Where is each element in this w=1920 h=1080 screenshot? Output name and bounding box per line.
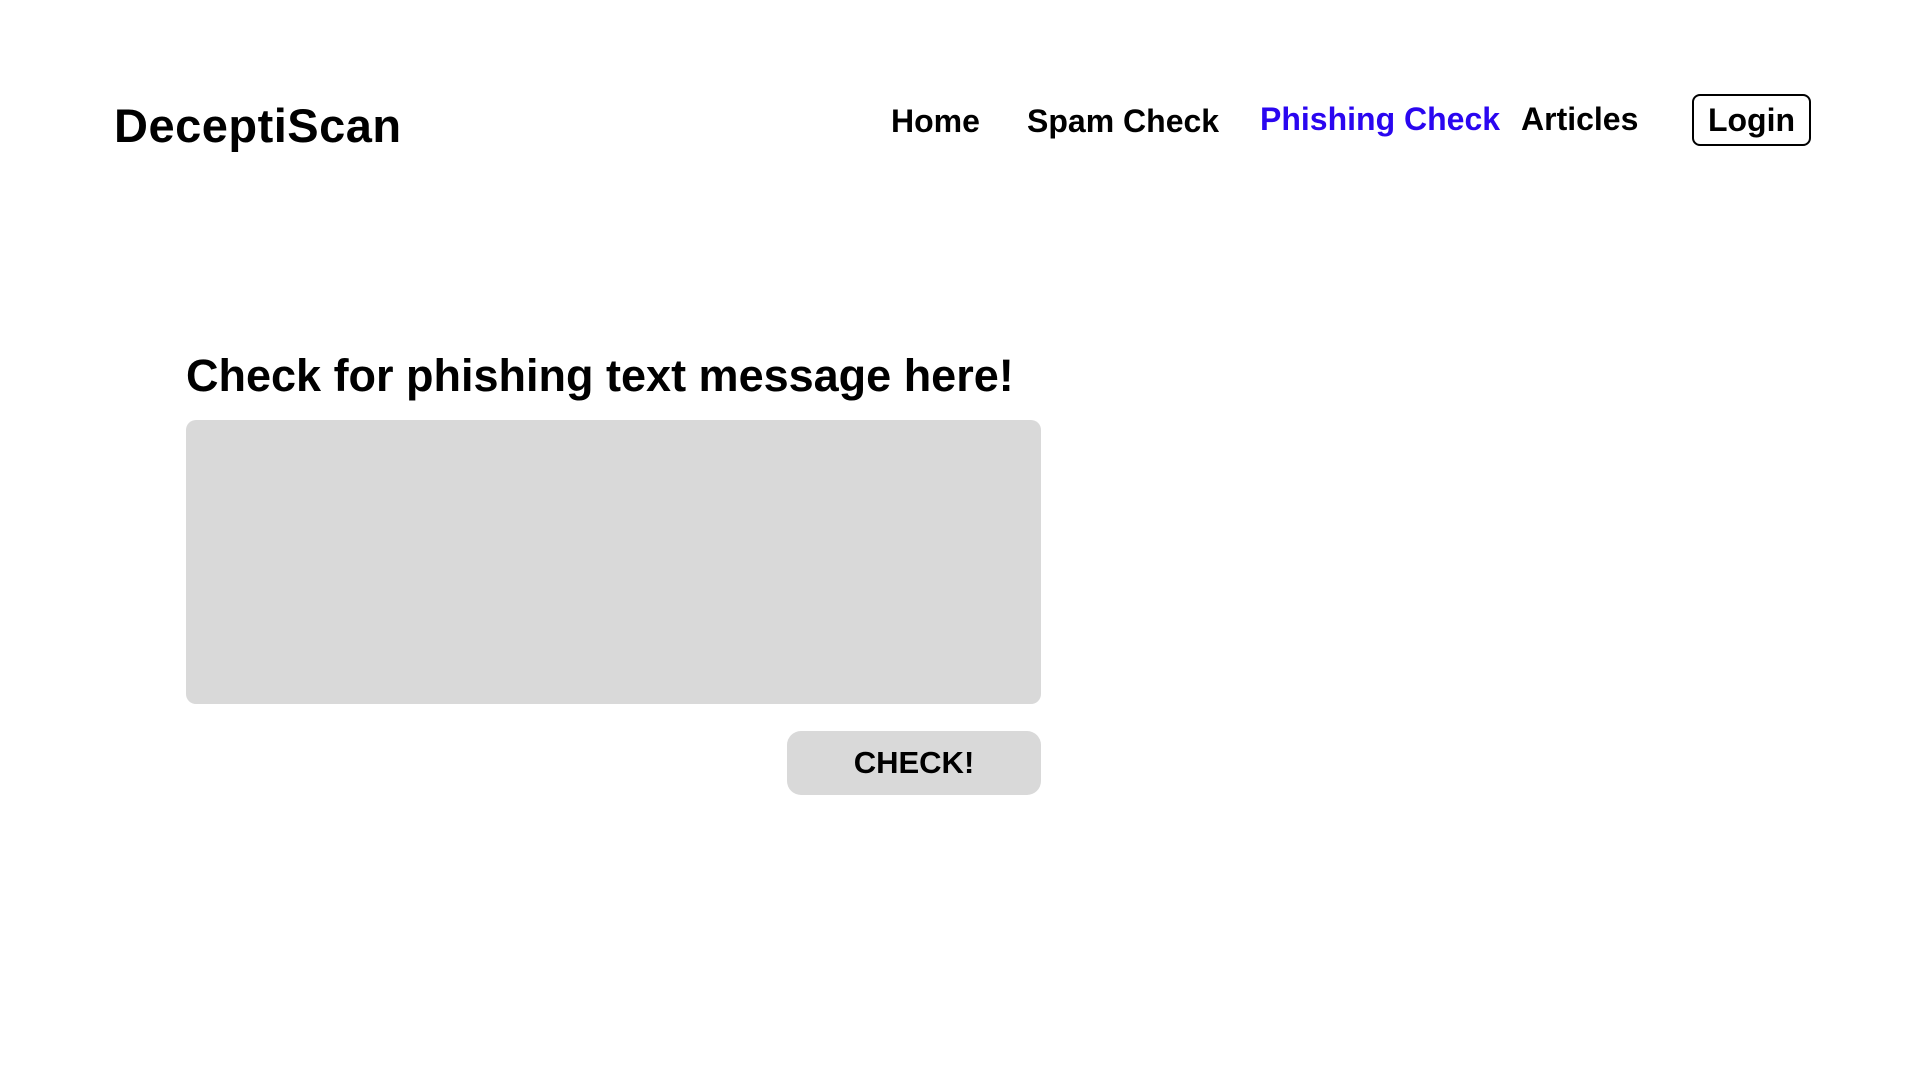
site-logo[interactable]: DeceptiScan <box>114 96 402 156</box>
check-button[interactable]: CHECK! <box>787 731 1041 795</box>
login-button[interactable]: Login <box>1692 94 1811 146</box>
nav-link-articles[interactable]: Articles <box>1521 99 1638 139</box>
nav-link-phishing-check[interactable]: Phishing Check <box>1260 99 1500 139</box>
nav-link-spam-check[interactable]: Spam Check <box>1027 101 1219 141</box>
page: DeceptiScan Home Spam Check Phishing Che… <box>0 0 1920 1080</box>
nav-link-home[interactable]: Home <box>891 101 980 141</box>
message-input[interactable] <box>186 420 1041 704</box>
page-title: Check for phishing text message here! <box>186 350 1014 401</box>
